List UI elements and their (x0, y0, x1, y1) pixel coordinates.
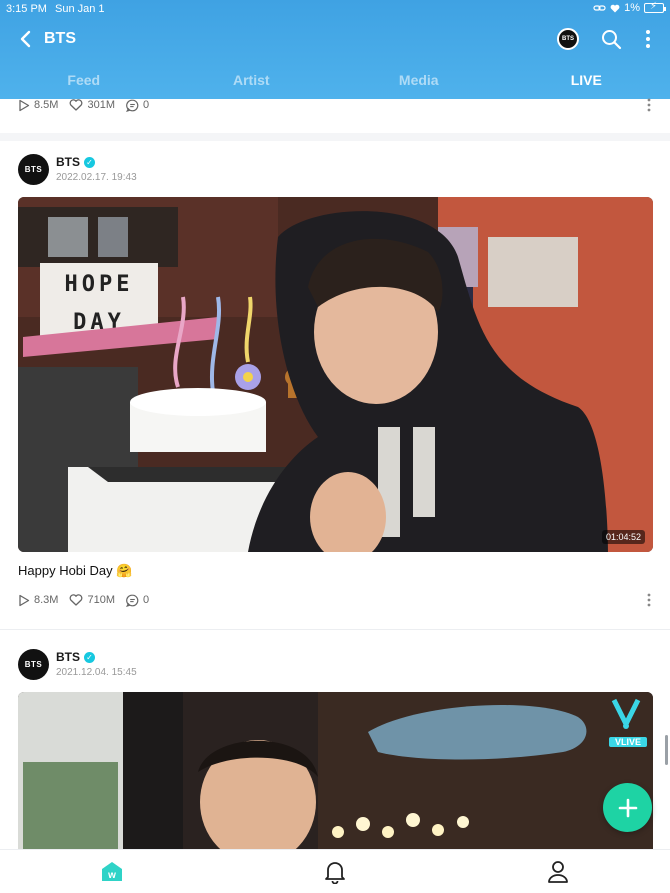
battery-icon: ⚡ (644, 1, 666, 13)
heart-icon (70, 594, 83, 606)
add-button[interactable] (603, 783, 652, 832)
battery-percent: 1% (624, 2, 640, 14)
vlive-logo-icon (611, 698, 641, 729)
plays-count: 8.3M (34, 594, 59, 606)
comment-icon (126, 594, 139, 607)
plays-stat: 8.5M (18, 99, 58, 112)
author-name: BTS (56, 155, 80, 169)
more-vertical-icon (646, 30, 650, 48)
comments-count: 0 (143, 99, 150, 111)
video-thumbnail-image (18, 692, 653, 849)
post-date: 2021.12.04. 15:45 (56, 667, 137, 678)
more-vertical-icon (647, 593, 651, 607)
play-icon (19, 99, 30, 111)
comments-stat[interactable]: 0 (126, 99, 149, 112)
avatar[interactable]: BTS (18, 154, 49, 185)
status-bar: 3:15 PM Sun Jan 1 1% ⚡ (0, 0, 670, 18)
post-date: 2022.02.17. 19:43 (56, 172, 137, 183)
likes-count: 710M (87, 594, 115, 606)
page-title: BTS (44, 30, 76, 47)
weverse-home-icon: w (102, 862, 122, 881)
status-time: 3:15 PM (6, 3, 47, 15)
search-icon (602, 30, 622, 50)
video-thumbnail-image: HOPE DAY (18, 197, 653, 552)
tab-artist[interactable]: Artist (168, 66, 336, 99)
heart-status-icon (610, 4, 620, 12)
comment-icon (126, 99, 139, 112)
svg-text:w: w (107, 870, 116, 881)
avatar[interactable]: BTS (18, 649, 49, 680)
bottom-navigation: w (0, 849, 670, 893)
tab-media[interactable]: Media (335, 66, 503, 99)
post-stats-row: 8.3M 710M 0 (18, 592, 160, 608)
scrollbar[interactable] (665, 735, 668, 765)
post-more-button[interactable] (645, 97, 653, 113)
link-icon (593, 5, 606, 11)
tab-live[interactable]: LIVE (503, 66, 670, 99)
comments-stat[interactable]: 0 (126, 594, 149, 607)
profile-tab[interactable] (546, 860, 570, 884)
community-avatar[interactable]: BTS (557, 28, 579, 50)
vlive-badge: VLIVE (609, 696, 647, 748)
likes-stat[interactable]: 301M (69, 99, 115, 111)
status-indicators: 1% ⚡ (593, 1, 666, 14)
play-icon (19, 594, 30, 606)
post-more-button[interactable] (645, 592, 653, 608)
verified-icon: ✓ (84, 651, 95, 663)
verified-icon: ✓ (84, 156, 95, 168)
video-thumbnail[interactable]: HOPE DAY 01:04:52 (18, 197, 653, 552)
likes-stat[interactable]: 710M (69, 594, 115, 606)
status-date: Sun Jan 1 (55, 3, 105, 15)
home-tab[interactable]: w (100, 860, 124, 884)
bell-icon (325, 862, 345, 884)
plays-count: 8.5M (34, 99, 59, 111)
back-button[interactable] (14, 28, 36, 50)
video-duration: 01:04:52 (601, 530, 645, 544)
video-thumbnail[interactable]: VLIVE (18, 692, 653, 849)
likes-count: 301M (87, 99, 115, 111)
chevron-left-icon (20, 30, 31, 48)
post-stats-row: 8.5M 301M 0 (18, 97, 160, 113)
comments-count: 0 (143, 594, 150, 606)
tab-bar: Feed Artist Media LIVE (0, 66, 670, 99)
post-divider (0, 629, 670, 630)
plus-icon (618, 798, 637, 817)
heart-icon (70, 99, 83, 111)
more-vertical-icon (647, 98, 651, 112)
notifications-tab[interactable] (323, 860, 347, 884)
vlive-badge-label: VLIVE (609, 737, 647, 747)
search-button[interactable] (600, 28, 622, 50)
tab-feed[interactable]: Feed (0, 66, 168, 99)
post-caption: Happy Hobi Day 🤗 (18, 563, 133, 578)
plays-stat: 8.3M (18, 594, 58, 607)
hope-sign-text: HOPE (65, 272, 134, 297)
more-options-button[interactable] (640, 28, 656, 50)
app-header: 3:15 PM Sun Jan 1 1% ⚡ BTS BTS Feed Arti… (0, 0, 670, 99)
author-name: BTS (56, 650, 80, 664)
user-icon (548, 861, 568, 883)
post-author[interactable]: BTS ✓ (56, 650, 95, 664)
post-author[interactable]: BTS ✓ (56, 155, 95, 169)
post-divider (0, 133, 670, 141)
